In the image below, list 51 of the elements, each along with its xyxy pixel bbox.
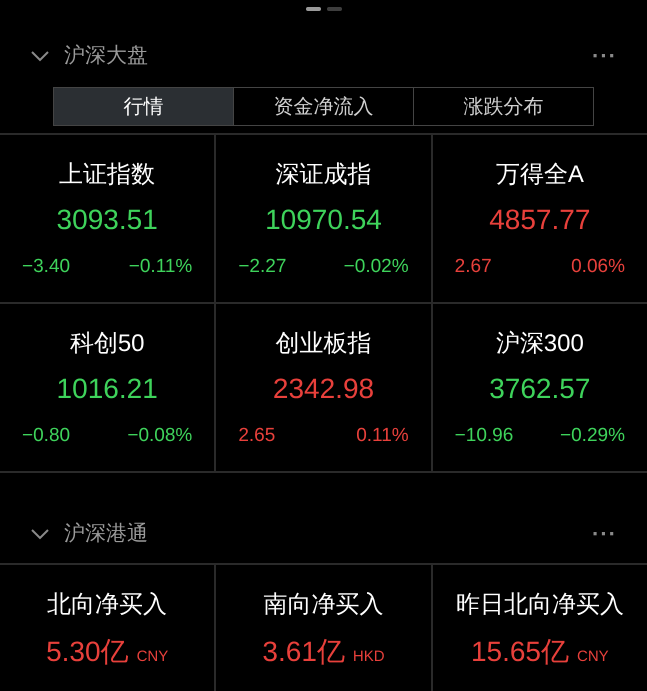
change-percent: −0.08% [127,424,192,448]
change-percent: −0.11% [128,255,192,279]
index-card[interactable]: 科创50 1016.21 −0.80 −0.08% [0,304,214,471]
currency-unit: CNY [577,647,609,667]
tab[interactable]: 涨跌分布 [413,88,593,125]
index-name: 上证指数 [59,160,156,190]
index-card[interactable]: 万得全A 4857.77 2.67 0.06% [432,135,647,302]
flow-name: 昨日北向净买入 [456,590,624,620]
flow-card[interactable]: 昨日北向净买入 15.65亿 CNY [432,565,647,691]
change-value: 2.65 [238,424,276,448]
index-name: 沪深300 [496,329,584,359]
change-value: −10.96 [454,424,514,448]
index-value: 4857.77 [489,203,590,237]
section-title: 沪深港通 [64,521,148,548]
change-value: −3.40 [22,255,70,279]
flow-card[interactable]: 北向净买入 5.30亿 CNY [0,565,214,691]
index-value: 3762.57 [489,372,590,406]
flow-value: 15.65亿 [470,635,570,669]
index-value: 1016.21 [56,372,158,406]
more-button[interactable]: ··· [592,45,617,67]
change-percent: 0.06% [571,255,625,279]
currency-unit: CNY [136,647,168,667]
change-value: 2.67 [454,255,492,279]
index-card[interactable]: 沪深300 3762.57 −10.96 −0.29% [432,304,647,471]
index-card[interactable]: 创业板指 2342.98 2.65 0.11% [216,304,431,471]
more-button[interactable]: ··· [592,523,617,545]
change-value: −2.27 [238,255,286,279]
index-name: 科创50 [70,329,145,359]
tab[interactable]: 资金净流入 [233,88,413,125]
index-value: 3093.51 [56,203,158,237]
flow-value: 3.61亿 [262,635,345,669]
currency-unit: HKD [352,647,385,667]
flow-name: 南向净买入 [263,590,384,620]
change-percent: −0.02% [344,255,409,279]
chevron-down-icon[interactable] [30,528,50,540]
index-card[interactable]: 上证指数 3093.51 −3.40 −0.11% [0,135,214,302]
change-value: −0.80 [22,424,70,448]
flow-value: 5.30亿 [46,635,129,669]
chevron-down-icon[interactable] [30,50,50,62]
change-percent: −0.29% [560,424,625,448]
index-name: 万得全A [496,160,584,190]
tab[interactable]: 行情 [54,88,233,125]
flow-name: 北向净买入 [47,590,168,620]
index-name: 深证成指 [275,160,372,190]
index-value: 10970.54 [265,203,382,237]
change-percent: 0.11% [356,424,409,448]
flow-card[interactable]: 南向净买入 3.61亿 HKD [216,565,431,691]
index-value: 2342.98 [272,372,374,406]
index-card[interactable]: 深证成指 10970.54 −2.27 −0.02% [216,135,431,302]
index-name: 创业板指 [275,329,372,359]
section-title: 沪深大盘 [64,43,148,70]
